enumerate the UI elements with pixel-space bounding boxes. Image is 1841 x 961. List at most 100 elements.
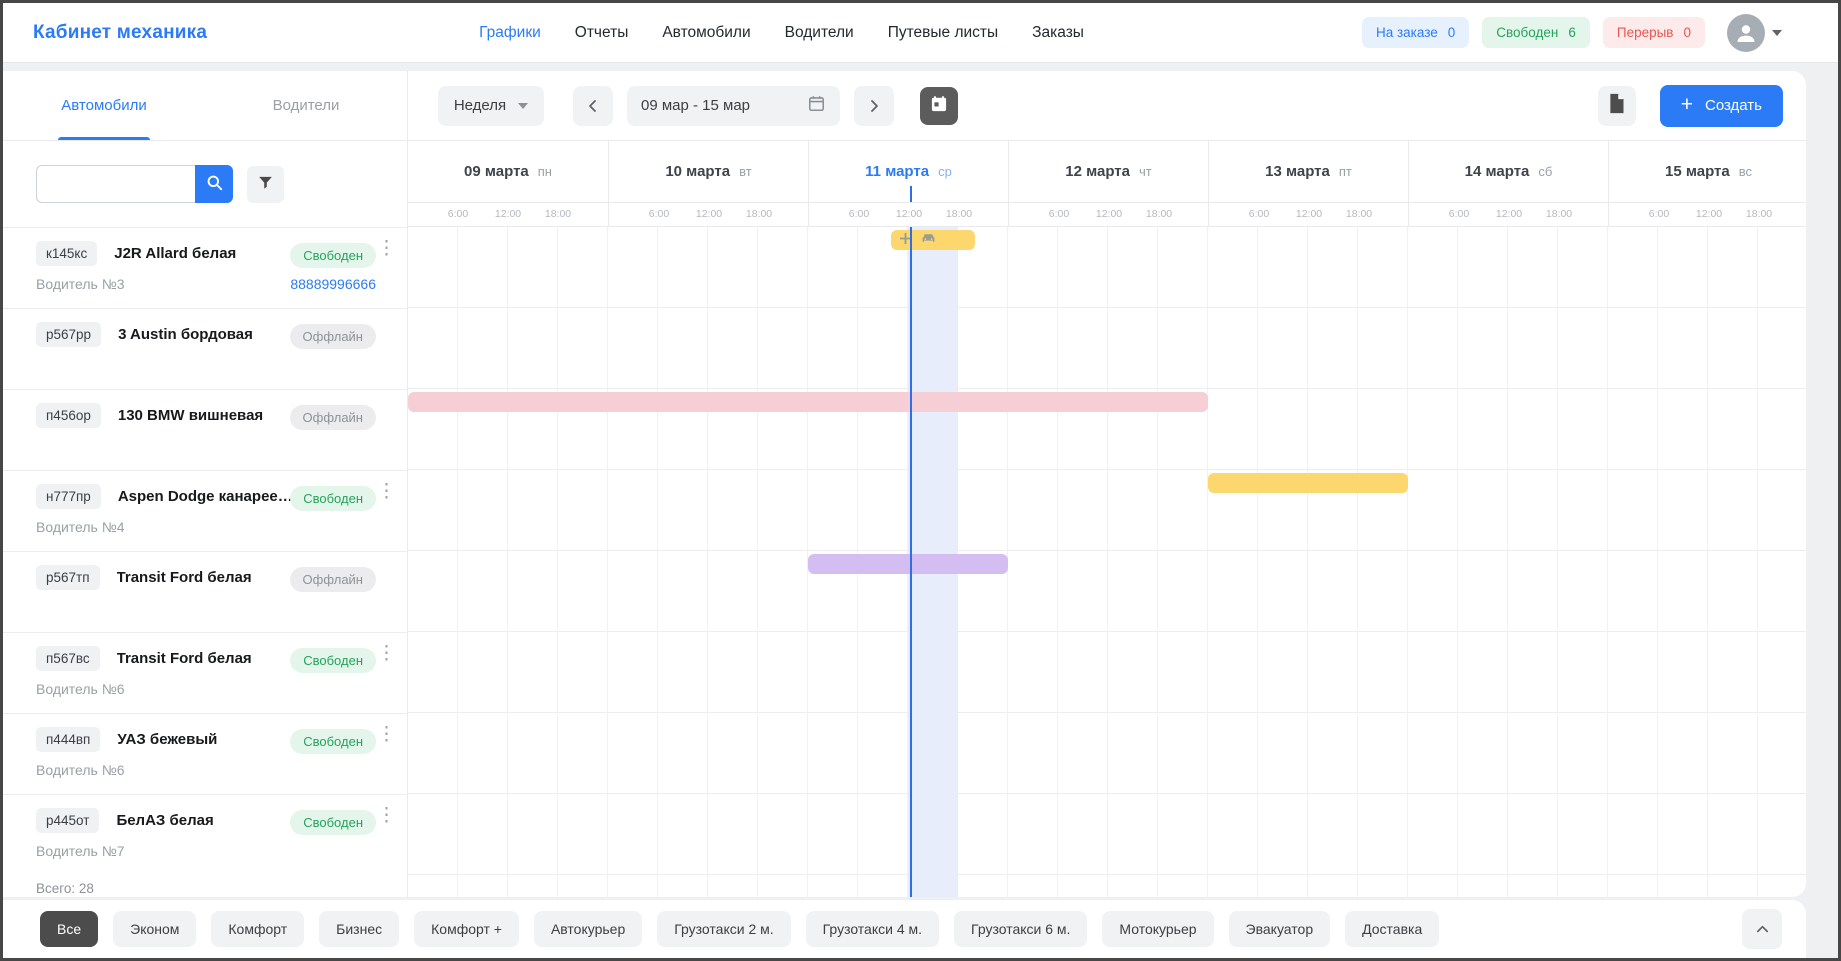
status-badge-break[interactable]: Перерыв0 bbox=[1603, 17, 1705, 48]
tab-label: Автомобили bbox=[61, 97, 146, 114]
tab-vehicles[interactable]: Автомобили bbox=[3, 71, 205, 140]
filter-chip[interactable]: Комфорт bbox=[211, 911, 304, 947]
vehicle-status-badge: Оффлайн bbox=[290, 324, 376, 349]
schedule-bar[interactable] bbox=[891, 230, 974, 250]
filter-chip[interactable]: Грузотакси 6 м. bbox=[954, 911, 1087, 947]
hour-label: 18:00 bbox=[1546, 208, 1572, 220]
nav-item-vehicles[interactable]: Автомобили bbox=[662, 24, 750, 42]
today-button[interactable] bbox=[920, 87, 958, 125]
timeline-grid[interactable] bbox=[408, 227, 1806, 897]
date-range-button[interactable]: 09 мар - 15 мар bbox=[627, 86, 840, 126]
kebab-menu-button[interactable]: ⋮ bbox=[375, 804, 398, 827]
hour-label: 18:00 bbox=[545, 208, 571, 220]
hour-label: 6:00 bbox=[1449, 208, 1469, 220]
kebab-menu-button[interactable]: ⋮ bbox=[375, 723, 398, 746]
nav-item-charts[interactable]: Графики bbox=[479, 24, 541, 42]
filter-chip[interactable]: Доставка bbox=[1345, 911, 1439, 947]
day-header: 09 марта пн bbox=[408, 141, 608, 202]
day-weekday-label: ср bbox=[938, 164, 952, 179]
document-icon bbox=[1607, 93, 1626, 118]
filter-chip-label: Все bbox=[57, 921, 81, 937]
filter-chip-label: Грузотакси 2 м. bbox=[674, 921, 773, 937]
period-select[interactable]: Неделя bbox=[438, 86, 544, 126]
vehicle-row[interactable]: р567тпTransit Ford белаяОффлайн bbox=[3, 552, 407, 633]
collapse-button[interactable] bbox=[1742, 909, 1782, 949]
kebab-menu-button[interactable]: ⋮ bbox=[375, 480, 398, 503]
day-weekday-label: пн bbox=[538, 164, 552, 179]
status-badge-value: 0 bbox=[1683, 25, 1691, 40]
search-input[interactable] bbox=[36, 165, 195, 203]
avatar-button[interactable] bbox=[1727, 14, 1782, 52]
filter-chip[interactable]: Мотокурьер bbox=[1102, 911, 1213, 947]
content-card: Автомобили Водители Неделя 09 мар - 15 ма… bbox=[3, 71, 1806, 897]
search-icon bbox=[205, 173, 224, 195]
vehicle-name: Transit Ford белая bbox=[117, 650, 252, 667]
hour-label: 18:00 bbox=[1346, 208, 1372, 220]
top-header: Кабинет механика Графики Отчеты Автомобили… bbox=[3, 3, 1838, 63]
day-header: 13 мартапт bbox=[1208, 141, 1408, 202]
hour-scale-cell: 6:0012:0018:00 bbox=[808, 203, 1008, 226]
prev-week-button[interactable] bbox=[573, 86, 613, 126]
app-title: Кабинет механика bbox=[33, 22, 207, 44]
vehicle-row[interactable]: н777прAspen Dodge канарее…Свободен⋮Водит… bbox=[3, 471, 407, 552]
filter-chip[interactable]: Грузотакси 4 м. bbox=[806, 911, 939, 947]
hour-label: 18:00 bbox=[746, 208, 772, 220]
day-date-label: 12 марта bbox=[1065, 163, 1130, 180]
vehicle-row[interactable]: р445отБелАЗ белаяСвободен⋮Водитель №7 bbox=[3, 795, 407, 876]
hour-label: 12:00 bbox=[495, 208, 521, 220]
vehicle-row[interactable]: п567всTransit Ford белаяСвободен⋮Водител… bbox=[3, 633, 407, 714]
search-button[interactable] bbox=[195, 165, 233, 203]
hour-label: 18:00 bbox=[1746, 208, 1772, 220]
vehicle-status-badge: Свободен bbox=[290, 243, 376, 268]
driver-phone-link[interactable]: 88889996666 bbox=[290, 276, 376, 292]
nav-item-waybills[interactable]: Путевые листы bbox=[888, 24, 998, 42]
nav-item-drivers[interactable]: Водители bbox=[785, 24, 854, 42]
kebab-menu-button[interactable]: ⋮ bbox=[375, 642, 398, 665]
hour-label: 12:00 bbox=[1296, 208, 1322, 220]
vehicle-name: J2R Allard белая bbox=[114, 245, 236, 262]
filter-chip[interactable]: Бизнес bbox=[319, 911, 399, 947]
vehicle-status-badge: Оффлайн bbox=[290, 567, 376, 592]
vehicle-name: 130 BMW вишневая bbox=[118, 407, 263, 424]
next-week-button[interactable] bbox=[854, 86, 894, 126]
bottom-filter-bar: Все Эконом Комфорт Бизнес Комфорт + Автокурье… bbox=[3, 900, 1806, 958]
chevron-up-icon bbox=[1755, 922, 1770, 937]
day-date-label: 09 марта bbox=[464, 163, 529, 180]
current-time-tick bbox=[910, 186, 912, 202]
status-badge-on-order[interactable]: На заказе0 bbox=[1362, 17, 1469, 48]
hour-scale-cell: 6:00 12:00 18:00 bbox=[1208, 203, 1408, 226]
filter-chip[interactable]: Автокурьер bbox=[534, 911, 642, 947]
filter-chip-label: Доставка bbox=[1362, 921, 1422, 937]
vehicle-row-sub-line: Водитель №7 bbox=[36, 843, 407, 859]
vehicle-row[interactable]: п456ор130 BMW вишневаяОффлайн bbox=[3, 390, 407, 471]
schedule-bar[interactable] bbox=[808, 554, 1008, 574]
filter-chip-label: Бизнес bbox=[336, 921, 382, 937]
schedule-bar[interactable] bbox=[1208, 473, 1408, 493]
vehicle-status-badge: Свободен bbox=[290, 486, 376, 511]
filter-chip[interactable]: Эвакуатор bbox=[1229, 911, 1331, 947]
schedule-bar[interactable] bbox=[408, 392, 1208, 412]
vehicle-row[interactable]: к145ксJ2R Allard белаяСвободен⋮Водитель … bbox=[3, 228, 407, 309]
filter-chip[interactable]: Грузотакси 2 м. bbox=[657, 911, 790, 947]
nav-item-reports[interactable]: Отчеты bbox=[575, 24, 629, 42]
filter-chip[interactable]: Все bbox=[40, 911, 98, 947]
tab-drivers[interactable]: Водители bbox=[205, 71, 407, 140]
hour-label: 6:00 bbox=[1249, 208, 1269, 220]
filter-chip[interactable]: Комфорт + bbox=[414, 911, 519, 947]
vehicle-row[interactable]: п444впУАЗ бежевыйСвободен⋮Водитель №6 bbox=[3, 714, 407, 795]
export-document-button[interactable] bbox=[1598, 86, 1636, 126]
status-badge-free[interactable]: Свободен6 bbox=[1482, 17, 1590, 48]
hour-label: 12:00 bbox=[896, 208, 922, 220]
date-range-label: 09 мар - 15 мар bbox=[641, 97, 750, 114]
avatar-icon bbox=[1727, 14, 1765, 52]
filter-button[interactable] bbox=[247, 166, 284, 203]
filter-chip-label: Мотокурьер bbox=[1119, 921, 1196, 937]
nav-item-orders[interactable]: Заказы bbox=[1032, 24, 1084, 42]
filter-chip[interactable]: Эконом bbox=[113, 911, 196, 947]
status-badge-value: 6 bbox=[1568, 25, 1576, 40]
create-button[interactable]: + Создать bbox=[1660, 85, 1783, 127]
vehicle-row[interactable]: р567рр3 Austin бордоваяОффлайн bbox=[3, 309, 407, 390]
kebab-menu-button[interactable]: ⋮ bbox=[375, 237, 398, 260]
day-weekday-label: сб bbox=[1538, 164, 1552, 179]
day-date-label: 15 марта bbox=[1665, 163, 1730, 180]
